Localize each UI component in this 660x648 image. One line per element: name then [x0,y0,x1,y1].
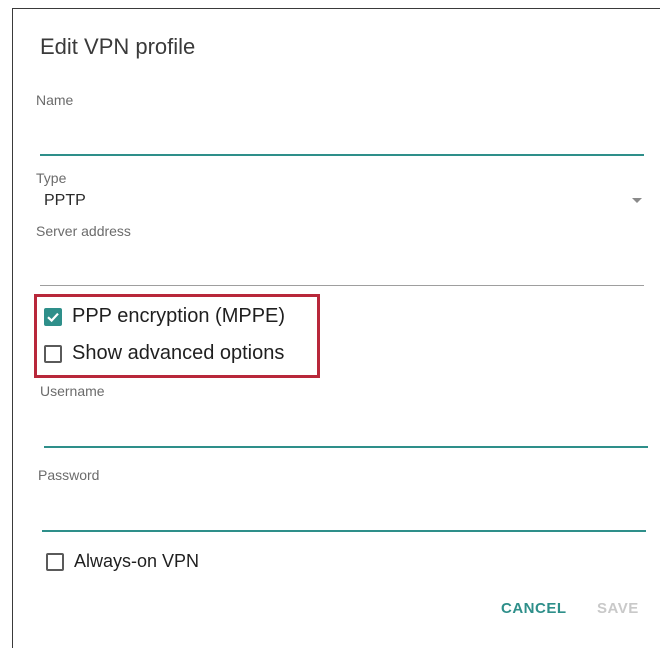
server-address-input[interactable] [40,242,644,284]
server-address-underline [40,285,644,286]
name-input[interactable] [40,110,644,154]
type-label: Type [36,170,67,186]
save-button[interactable]: SAVE [597,600,639,617]
dropdown-arrow-icon[interactable] [632,198,642,203]
server-address-label: Server address [36,223,131,239]
ppp-encryption-label: PPP encryption (MPPE) [72,305,286,327]
name-label: Name [36,92,74,108]
checkbox-unchecked-icon[interactable] [44,344,62,363]
always-on-vpn-label: Always-on VPN [74,551,200,571]
username-underline [44,446,648,448]
show-advanced-label: Show advanced options [72,342,285,364]
type-select[interactable]: PPTP [36,188,648,214]
password-input[interactable] [42,486,646,530]
username-input[interactable] [44,402,648,446]
checkbox-unchecked-icon[interactable] [46,552,64,571]
always-on-vpn-checkbox[interactable]: Always-on VPN [46,551,199,572]
ppp-encryption-checkbox[interactable]: PPP encryption (MPPE) [44,305,285,328]
type-value: PPTP [44,192,86,209]
username-label: Username [40,383,105,399]
dialog-title: Edit VPN profile [40,34,196,59]
show-advanced-checkbox[interactable]: Show advanced options [44,342,284,365]
name-underline [40,154,644,156]
cancel-button[interactable]: CANCEL [501,600,567,617]
password-underline [42,530,646,532]
password-label: Password [38,467,100,483]
checkbox-checked-icon[interactable] [44,307,62,326]
